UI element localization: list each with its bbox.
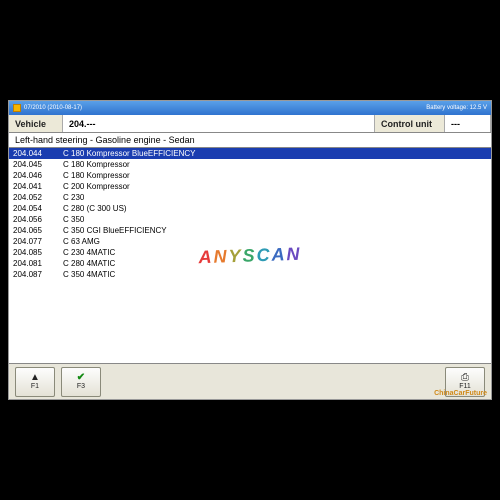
list-item[interactable]: 204.052C 230: [9, 192, 491, 203]
list-item[interactable]: 204.065C 350 CGI BlueEFFICIENCY: [9, 225, 491, 236]
list-item[interactable]: 204.045C 180 Kompressor: [9, 159, 491, 170]
model-code: 204.052: [13, 193, 63, 202]
model-desc: C 230: [63, 193, 487, 202]
f3-label: F3: [77, 383, 85, 390]
model-desc: C 180 Kompressor BlueEFFICIENCY: [63, 149, 487, 158]
vehicle-label: Vehicle: [9, 115, 63, 132]
model-list[interactable]: 204.044C 180 Kompressor BlueEFFICIENCY20…: [9, 148, 491, 363]
f11-label: F11: [459, 383, 471, 390]
breadcrumb: Left-hand steering - Gasoline engine - S…: [9, 133, 491, 148]
battery-status: Battery voltage: 12.5 V: [426, 105, 487, 111]
list-item[interactable]: 204.041C 200 Kompressor: [9, 181, 491, 192]
model-desc: C 230 4MATIC: [63, 248, 487, 257]
model-code: 204.045: [13, 160, 63, 169]
model-code: 204.056: [13, 215, 63, 224]
vehicle-value[interactable]: 204.---: [63, 115, 375, 132]
app-window: 07/2010 (2010-08-17) Battery voltage: 12…: [8, 100, 492, 400]
title-bar: 07/2010 (2010-08-17) Battery voltage: 12…: [9, 101, 491, 115]
printer-icon: ⎙: [461, 373, 469, 383]
list-item[interactable]: 204.085C 230 4MATIC: [9, 247, 491, 258]
footer-toolbar: ▲ F1 ✔ F3 ⎙ F11 ChinaCarFuture: [9, 363, 491, 399]
list-item[interactable]: 204.044C 180 Kompressor BlueEFFICIENCY: [9, 148, 491, 159]
model-desc: C 63 AMG: [63, 237, 487, 246]
model-code: 204.077: [13, 237, 63, 246]
control-unit-label: Control unit: [375, 115, 445, 132]
model-desc: C 350: [63, 215, 487, 224]
control-unit-value[interactable]: ---: [445, 115, 491, 132]
check-icon: ✔: [77, 373, 85, 383]
list-item[interactable]: 204.077C 63 AMG: [9, 236, 491, 247]
back-button[interactable]: ▲ F1: [15, 367, 55, 397]
f1-label: F1: [31, 383, 39, 390]
list-item[interactable]: 204.056C 350: [9, 214, 491, 225]
list-item[interactable]: 204.054C 280 (C 300 US): [9, 203, 491, 214]
model-desc: C 280 (C 300 US): [63, 204, 487, 213]
list-item[interactable]: 204.081C 280 4MATIC: [9, 258, 491, 269]
model-desc: C 200 Kompressor: [63, 182, 487, 191]
list-item[interactable]: 204.087C 350 4MATIC: [9, 269, 491, 280]
model-code: 204.087: [13, 270, 63, 279]
model-code: 204.085: [13, 248, 63, 257]
arrow-up-icon: ▲: [30, 373, 40, 383]
model-desc: C 180 Kompressor: [63, 171, 487, 180]
brand-label: ChinaCarFuture: [434, 390, 487, 397]
app-version: 07/2010 (2010-08-17): [24, 105, 82, 111]
app-icon: [13, 104, 21, 112]
list-item[interactable]: 204.046C 180 Kompressor: [9, 170, 491, 181]
header-row: Vehicle 204.--- Control unit ---: [9, 115, 491, 133]
model-code: 204.065: [13, 226, 63, 235]
model-desc: C 350 CGI BlueEFFICIENCY: [63, 226, 487, 235]
model-desc: C 180 Kompressor: [63, 160, 487, 169]
model-code: 204.044: [13, 149, 63, 158]
model-code: 204.046: [13, 171, 63, 180]
model-code: 204.041: [13, 182, 63, 191]
model-code: 204.054: [13, 204, 63, 213]
model-code: 204.081: [13, 259, 63, 268]
model-desc: C 280 4MATIC: [63, 259, 487, 268]
model-desc: C 350 4MATIC: [63, 270, 487, 279]
confirm-button[interactable]: ✔ F3: [61, 367, 101, 397]
